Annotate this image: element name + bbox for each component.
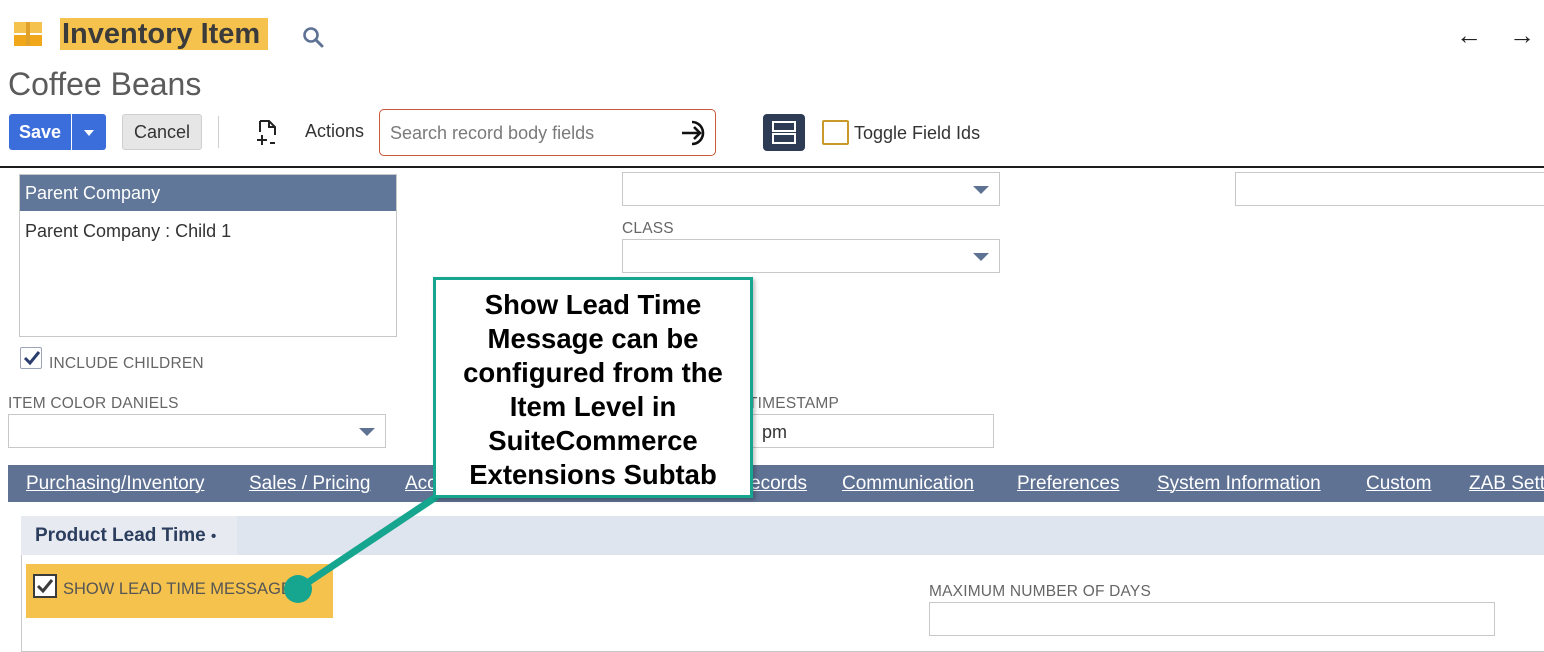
timestamp-label: TIMESTAMP: [748, 395, 840, 412]
arrow-right-circle-icon[interactable]: [679, 118, 709, 148]
subtab-navigation: Purchasing/Inventory Sales / Pricing Acc…: [8, 465, 1544, 502]
tab-accounting[interactable]: Acc: [405, 473, 437, 495]
tab-sales-pricing[interactable]: Sales / Pricing: [249, 473, 370, 495]
product-lead-time-label: Product Lead Time: [35, 525, 206, 546]
tab-product-lead-time[interactable]: Product Lead Time •: [21, 516, 237, 555]
chevron-down-icon: [359, 428, 375, 436]
save-menu-dropdown-button[interactable]: [72, 114, 106, 150]
toggle-field-ids-checkbox[interactable]: [822, 120, 849, 145]
search-record-fields: [379, 109, 716, 156]
tab-related-records[interactable]: ecords: [750, 473, 807, 495]
actions-menu[interactable]: Actions: [305, 121, 364, 142]
top-select[interactable]: [622, 172, 1000, 206]
top-right-field[interactable]: [1235, 172, 1544, 206]
tab-preferences[interactable]: Preferences: [1017, 473, 1119, 495]
class-label: CLASS: [622, 220, 674, 237]
list-item[interactable]: Parent Company: [20, 175, 396, 211]
list-item[interactable]: Parent Company : Child 1: [20, 211, 396, 245]
layout-toggle-button[interactable]: [763, 114, 805, 151]
tab-zab-settings[interactable]: ZAB Sett: [1469, 473, 1544, 495]
arrow-left-icon[interactable]: ←: [1456, 20, 1482, 50]
toolbar-divider: [218, 116, 219, 148]
annotation-callout-text: Show Lead Time Message can be configured…: [463, 289, 723, 490]
search-icon[interactable]: [302, 26, 324, 48]
item-color-select[interactable]: [8, 414, 386, 448]
max-days-label: MAXIMUM NUMBER OF DAYS: [929, 583, 1151, 600]
subsidiary-multiselect[interactable]: Parent Company Parent Company : Child 1: [19, 174, 397, 337]
chevron-down-icon: [973, 253, 989, 261]
tab-custom[interactable]: Custom: [1366, 473, 1431, 495]
include-children-checkbox[interactable]: [20, 347, 42, 369]
arrow-right-icon[interactable]: →: [1509, 20, 1535, 50]
save-button[interactable]: Save: [9, 114, 71, 150]
show-lead-time-message-checkbox[interactable]: [33, 574, 57, 598]
header-divider: [0, 166, 1544, 168]
class-select[interactable]: [622, 239, 1000, 273]
cancel-button[interactable]: Cancel: [122, 114, 202, 150]
tab-system-information[interactable]: System Information: [1157, 473, 1321, 495]
search-input[interactable]: [390, 120, 670, 146]
chevron-down-icon: [973, 186, 989, 194]
max-days-field[interactable]: [929, 602, 1495, 636]
subtab-marker: •: [210, 528, 217, 545]
record-type-title: Inventory Item: [60, 18, 269, 50]
annotation-callout: Show Lead Time Message can be configured…: [433, 277, 753, 498]
record-name: Coffee Beans: [8, 66, 202, 102]
toggle-field-ids-label: Toggle Field Ids: [854, 123, 981, 143]
show-lead-time-message-label: SHOW LEAD TIME MESSAGE: [63, 580, 292, 598]
subtab-bar: [21, 516, 1544, 555]
item-color-label: ITEM COLOR DANIELS: [8, 395, 179, 412]
tab-communication[interactable]: Communication: [842, 473, 974, 495]
include-children-label: INCLUDE CHILDREN: [49, 355, 204, 372]
new-document-icon[interactable]: [254, 118, 280, 146]
tab-purchasing-inventory[interactable]: Purchasing/Inventory: [26, 473, 205, 495]
inventory-box-icon: [14, 20, 42, 48]
